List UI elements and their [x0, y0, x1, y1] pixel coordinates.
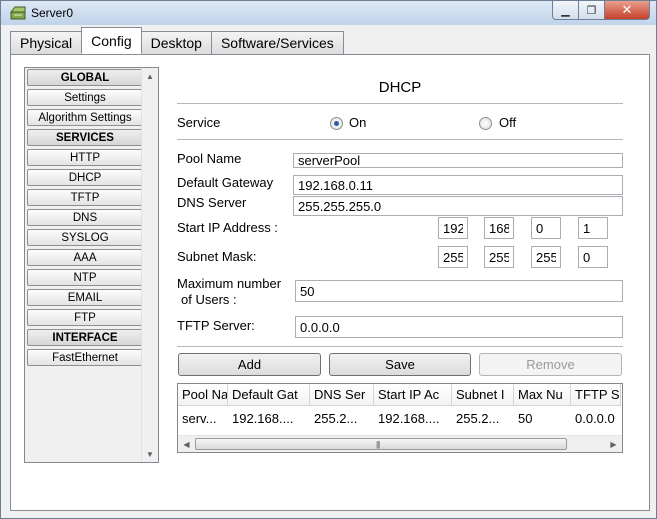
subnet-mask-label: Subnet Mask: [177, 249, 257, 264]
close-button[interactable]: ✕ [605, 1, 650, 20]
tftp-server-label: TFTP Server: [177, 318, 255, 333]
start-ip-octet-3[interactable] [531, 217, 561, 239]
remove-button[interactable]: Remove [479, 353, 622, 376]
maximize-icon: ❐ [586, 4, 597, 17]
table-cell: 192.168.... [232, 411, 294, 426]
tab-desktop[interactable]: Desktop [140, 31, 212, 54]
scroll-right-icon[interactable]: ▶ [605, 436, 622, 452]
sidebar-item-http[interactable]: HTTP [27, 149, 143, 166]
table-cell: 50 [518, 411, 533, 426]
column-header[interactable]: Pool Na [178, 384, 228, 406]
table-cell: 192.168.... [378, 411, 440, 426]
sidebar-item-settings[interactable]: Settings [27, 89, 143, 106]
service-on-radio[interactable] [330, 117, 343, 130]
divider [177, 346, 623, 347]
sidebar-header-interface: INTERFACE [27, 329, 143, 346]
sidebar-item-syslog[interactable]: SYSLOG [27, 229, 143, 246]
tab-strip: Physical Config Desktop Software/Service… [10, 27, 344, 54]
sidebar-item-dhcp[interactable]: DHCP [27, 169, 143, 186]
scroll-down-icon[interactable]: ▼ [142, 446, 158, 462]
section-title: DHCP [378, 79, 422, 96]
tab-software-services[interactable]: Software/Services [210, 31, 344, 54]
table-cell: serv... [182, 411, 217, 426]
scrollbar-thumb[interactable]: ||| [195, 438, 567, 450]
column-header[interactable]: DNS Ser [310, 384, 374, 406]
sidebar-header-global: GLOBAL [27, 69, 143, 86]
table-horizontal-scrollbar[interactable]: ◀ ||| ▶ [178, 435, 622, 452]
divider [177, 139, 623, 140]
column-header[interactable]: Default Gat [228, 384, 310, 406]
maximize-button[interactable]: ❐ [579, 1, 605, 20]
sidebar-item-dns[interactable]: DNS [27, 209, 143, 226]
close-icon: ✕ [621, 2, 633, 17]
config-panel: GLOBAL Settings Algorithm Settings SERVI… [10, 54, 650, 511]
dhcp-content: DHCP Service On Off Pool Name Default Ga… [177, 55, 623, 510]
subnet-octet-2[interactable] [484, 246, 514, 268]
column-header[interactable]: Max Nu [514, 384, 571, 406]
grip-icon: ||| [376, 440, 380, 449]
sidebar-item-aaa[interactable]: AAA [27, 249, 143, 266]
minimize-button[interactable]: ▁ [552, 1, 579, 20]
dhcp-pool-table: Pool Na Default Gat DNS Ser Start IP Ac … [177, 383, 623, 453]
table-row[interactable]: serv... 192.168.... 255.2... 192.168....… [178, 408, 621, 428]
sidebar-item-fastethernet[interactable]: FastEthernet [27, 349, 143, 366]
server-icon [10, 6, 26, 20]
config-sidebar: GLOBAL Settings Algorithm Settings SERVI… [24, 67, 159, 463]
column-header[interactable]: TFTP S [571, 384, 621, 406]
save-button[interactable]: Save [329, 353, 471, 376]
window-title: Server0 [31, 6, 74, 20]
subnet-octet-4[interactable] [578, 246, 608, 268]
title-bar[interactable]: Server0 ▁ ❐ ✕ [1, 1, 656, 25]
dns-server-input[interactable] [293, 196, 623, 216]
max-users-label: Maximum number [177, 276, 282, 291]
server0-window: Server0 ▁ ❐ ✕ Physical Config Desktop So… [0, 0, 657, 519]
subnet-octet-3[interactable] [531, 246, 561, 268]
service-label: Service [177, 115, 221, 130]
default-gateway-input[interactable] [293, 175, 623, 195]
divider [177, 103, 623, 104]
start-ip-label: Start IP Address : [177, 220, 278, 235]
window-controls: ▁ ❐ ✕ [552, 1, 650, 20]
table-cell: 255.2... [456, 411, 500, 426]
sidebar-item-algorithm-settings[interactable]: Algorithm Settings [27, 109, 143, 126]
add-button[interactable]: Add [178, 353, 321, 376]
sidebar-item-email[interactable]: EMAIL [27, 289, 143, 306]
pool-name-input[interactable] [293, 153, 623, 168]
sidebar-item-ftp[interactable]: FTP [27, 309, 143, 326]
sidebar-header-services: SERVICES [27, 129, 143, 146]
service-off-label[interactable]: Off [499, 115, 516, 130]
sidebar-list: GLOBAL Settings Algorithm Settings SERVI… [26, 69, 143, 369]
sidebar-item-tftp[interactable]: TFTP [27, 189, 143, 206]
scroll-up-icon[interactable]: ▲ [142, 68, 158, 84]
pool-name-label: Pool Name [177, 151, 242, 166]
minimize-icon: ▁ [561, 4, 570, 17]
start-ip-octet-1[interactable] [438, 217, 468, 239]
column-header[interactable]: Subnet I [452, 384, 514, 406]
max-users-input[interactable] [295, 280, 623, 302]
sidebar-item-ntp[interactable]: NTP [27, 269, 143, 286]
tftp-server-input[interactable] [295, 316, 623, 338]
scroll-left-icon[interactable]: ◀ [178, 436, 195, 452]
tab-config[interactable]: Config [81, 27, 142, 54]
start-ip-octet-2[interactable] [484, 217, 514, 239]
sidebar-scrollbar[interactable]: ▲ ▼ [141, 68, 158, 462]
table-header: Pool Na Default Gat DNS Ser Start IP Ac … [178, 384, 621, 406]
service-on-label[interactable]: On [349, 115, 366, 130]
service-off-radio[interactable] [479, 117, 492, 130]
tab-physical[interactable]: Physical [10, 31, 83, 54]
max-users-label-line2: of Users : [181, 292, 237, 307]
table-cell: 255.2... [314, 411, 358, 426]
column-header[interactable]: Start IP Ac [374, 384, 452, 406]
subnet-octet-1[interactable] [438, 246, 468, 268]
start-ip-octet-4[interactable] [578, 217, 608, 239]
default-gateway-label: Default Gateway [177, 175, 274, 190]
table-cell: 0.0.0.0 [575, 411, 615, 426]
dns-server-label: DNS Server [177, 195, 247, 210]
